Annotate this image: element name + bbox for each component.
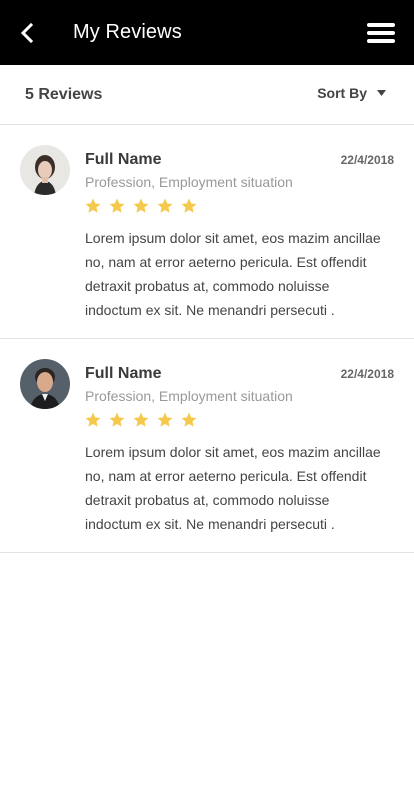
reviewer-profession: Profession, Employment situation <box>85 388 293 404</box>
review-item[interactable]: Full Name 22/4/2018 Profession, Employme… <box>0 125 414 339</box>
back-arrow-icon <box>20 23 34 43</box>
star-icon <box>181 198 197 213</box>
avatar <box>20 145 70 195</box>
star-icon <box>109 198 125 213</box>
star-icon <box>109 412 125 427</box>
avatar <box>20 359 70 409</box>
star-icon <box>85 412 101 427</box>
sort-by-button[interactable]: Sort By <box>317 85 386 101</box>
review-text: Lorem ipsum dolor sit amet, eos mazim an… <box>85 444 381 532</box>
review-text: Lorem ipsum dolor sit amet, eos mazim an… <box>85 230 381 318</box>
app-bar: My Reviews <box>0 0 414 65</box>
review-date: 22/4/2018 <box>340 367 394 381</box>
star-icon <box>181 412 197 427</box>
menu-button[interactable] <box>366 22 396 44</box>
reviewer-name: Full Name <box>85 151 162 168</box>
back-button[interactable] <box>12 18 42 48</box>
star-icon <box>157 412 173 427</box>
star-rating <box>84 197 204 215</box>
review-date: 22/4/2018 <box>340 153 394 167</box>
review-item[interactable]: Full Name 22/4/2018 Profession, Employme… <box>0 339 414 553</box>
review-count: 5 Reviews <box>25 86 103 103</box>
hamburger-menu-icon <box>367 23 395 43</box>
reviewer-profession: Profession, Employment situation <box>85 174 293 190</box>
page-title: My Reviews <box>73 21 182 43</box>
caret-down-icon <box>377 90 386 96</box>
reviews-summary-bar: 5 Reviews Sort By <box>0 65 414 125</box>
reviewer-name: Full Name <box>85 365 162 382</box>
star-icon <box>85 198 101 213</box>
star-icon <box>157 198 173 213</box>
star-icon <box>133 412 149 427</box>
star-icon <box>133 198 149 213</box>
star-rating <box>84 411 204 429</box>
sort-by-label: Sort By <box>317 85 367 101</box>
